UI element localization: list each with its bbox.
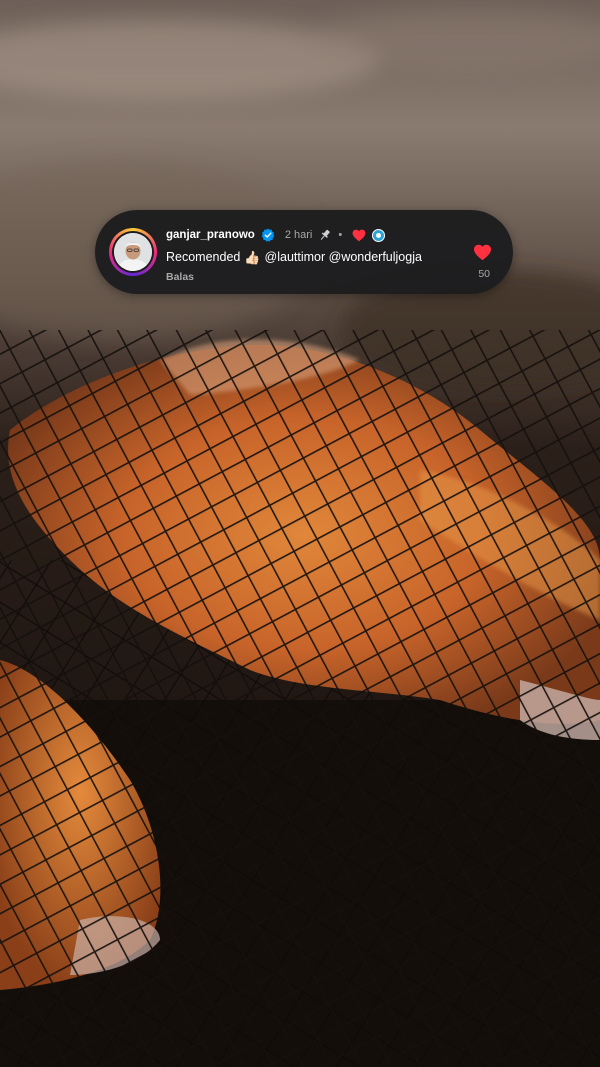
reply-button[interactable]: Balas bbox=[166, 271, 194, 283]
creator-avatar-icon bbox=[372, 228, 386, 242]
username[interactable]: ganjar_pranowo bbox=[166, 229, 255, 241]
comment-header: ganjar_pranowo 2 hari • bbox=[166, 228, 386, 242]
comment-mentions[interactable]: @lauttimor @wonderfuljogja bbox=[265, 250, 422, 264]
separator-dot: • bbox=[338, 229, 343, 241]
comment-text-prefix: Recomended bbox=[166, 250, 241, 264]
avatar-photo bbox=[114, 233, 152, 271]
grilled-fish-image bbox=[0, 0, 600, 1067]
verified-badge-icon bbox=[261, 228, 275, 242]
comment-card[interactable]: ganjar_pranowo 2 hari • Recomended 👍🏻 @l… bbox=[95, 210, 513, 294]
background-photo bbox=[0, 0, 600, 1067]
pin-icon bbox=[321, 229, 331, 240]
avatar[interactable] bbox=[109, 228, 157, 276]
like-heart-icon[interactable] bbox=[473, 244, 492, 261]
creator-heart-icon bbox=[352, 229, 366, 241]
comment-time: 2 hari bbox=[284, 229, 313, 241]
like-count: 50 bbox=[478, 268, 490, 280]
comment-text: Recomended 👍🏻 @lauttimor @wonderfuljogja bbox=[166, 250, 422, 264]
thumbs-up-emoji: 👍🏻 bbox=[244, 249, 261, 265]
